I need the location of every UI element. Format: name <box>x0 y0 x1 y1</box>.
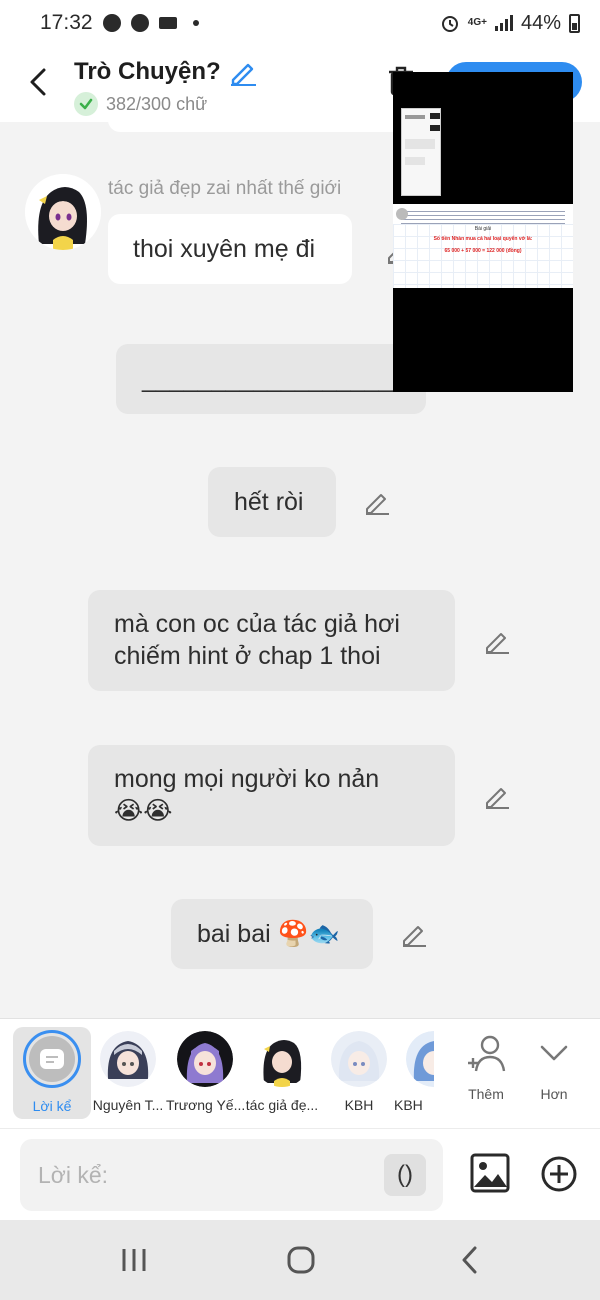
message-text: hết ròi <box>234 488 304 516</box>
messenger-icon <box>130 14 149 32</box>
avatar <box>177 1031 233 1087</box>
screenshot-preview[interactable]: Bài giải Số tiền Nhàn mua cả hai loại qu… <box>393 72 573 392</box>
message-line: 😭😭 <box>114 797 173 825</box>
avatar <box>331 1031 387 1087</box>
character-item[interactable]: Trương Yế... <box>166 1027 244 1113</box>
page-title: Trò Chuyện? <box>74 58 221 85</box>
preview-document: Bài giải Số tiền Nhàn mua cả hai loại qu… <box>393 204 573 288</box>
preview-phone-thumbnail <box>401 108 441 196</box>
narration-icon <box>40 1049 64 1069</box>
back-nav-icon[interactable] <box>455 1245 485 1275</box>
battery-label: 44% <box>520 11 561 34</box>
character-item[interactable]: KBH <box>394 1027 434 1113</box>
message-text: bai bai 🍄🐟 <box>197 920 340 948</box>
add-character-button[interactable]: Thêm <box>456 1033 516 1102</box>
message-line: mà con oc của tác giả hơi <box>114 610 400 638</box>
character-bar: Lời kể Nguyên T... Trương Yế... tác giả … <box>0 1018 600 1128</box>
check-icon <box>74 92 98 116</box>
character-item[interactable]: KBH <box>320 1027 398 1113</box>
character-label: Trương Yế... <box>166 1097 244 1113</box>
alarm-icon <box>441 16 458 32</box>
edit-icon[interactable] <box>401 921 427 947</box>
message-text: ______________________ <box>142 365 426 393</box>
message-bubble-top[interactable] <box>108 122 404 132</box>
battery-icon <box>569 13 580 33</box>
message-bubble[interactable]: bai bai 🍄🐟 <box>171 899 373 969</box>
more-label: Hơn <box>540 1086 568 1102</box>
preview-equation: 65 000 + 57 000 = 122 000 (đồng) <box>444 248 522 254</box>
preview-text: Số tiền Nhàn mua cả hai loại quyển vở là… <box>433 236 533 242</box>
preview-heading: Bài giải <box>474 226 492 232</box>
dot-icon <box>192 20 199 26</box>
speaker-name: tác giả đẹp zai nhất thế giới <box>108 178 342 199</box>
network-label: 4G+ <box>467 17 487 28</box>
add-person-icon <box>468 1035 506 1072</box>
character-count: 382/300 chữ <box>106 93 208 114</box>
home-icon[interactable] <box>286 1245 316 1275</box>
signal-icon <box>494 15 513 31</box>
avatar <box>25 174 101 250</box>
character-label: KBH <box>394 1097 423 1113</box>
message-bubble[interactable]: hết ròi <box>208 467 336 537</box>
title-block: Trò Chuyện? 382/300 chữ <box>74 58 257 116</box>
character-label: Lời kể <box>32 1098 72 1114</box>
character-item[interactable]: tác giả đẹ... <box>243 1027 321 1113</box>
input-bar: () <box>0 1128 600 1220</box>
message-bubble[interactable]: mong mọi người ko nản 😭😭 <box>88 745 455 846</box>
message-bubble[interactable]: ______________________ <box>116 344 426 414</box>
system-nav-bar <box>0 1220 600 1300</box>
character-label: Nguyên T... <box>92 1097 164 1113</box>
message-line: chiếm hint ở chap 1 thoi <box>114 642 381 670</box>
recent-apps-icon[interactable] <box>119 1245 149 1275</box>
edit-icon[interactable] <box>484 628 510 654</box>
messenger-icon <box>102 14 121 32</box>
status-bar: 17:32 4G+ 44% <box>0 0 600 46</box>
add-icon[interactable] <box>540 1155 578 1193</box>
character-narration[interactable]: Lời kể <box>13 1027 91 1119</box>
image-icon[interactable] <box>470 1153 510 1193</box>
more-button[interactable]: Hơn <box>524 1033 584 1102</box>
parentheses-button[interactable]: () <box>384 1154 426 1196</box>
chevron-down-icon <box>540 1045 568 1061</box>
message-input[interactable] <box>38 1159 368 1191</box>
avatar <box>254 1031 310 1087</box>
message-bubble[interactable]: thoi xuyên mẹ đi <box>108 214 352 284</box>
back-icon[interactable] <box>22 64 52 100</box>
input-box: () <box>20 1139 443 1211</box>
status-time: 17:32 <box>40 11 93 34</box>
add-label: Thêm <box>468 1086 504 1102</box>
video-icon <box>158 17 177 29</box>
avatar <box>406 1031 434 1087</box>
pencil-icon[interactable] <box>229 58 257 86</box>
character-item[interactable]: Nguyên T... <box>89 1027 167 1113</box>
message-text: thoi xuyên mẹ đi <box>133 235 316 263</box>
message-bubble[interactable]: mà con oc của tác giả hơi chiếm hint ở c… <box>88 590 455 691</box>
edit-icon[interactable] <box>364 489 390 515</box>
message-line: mong mọi người ko nản <box>114 765 380 793</box>
avatar <box>100 1031 156 1087</box>
character-label: tác giả đẹ... <box>245 1097 319 1113</box>
edit-icon[interactable] <box>484 783 510 809</box>
character-label: KBH <box>344 1097 374 1113</box>
